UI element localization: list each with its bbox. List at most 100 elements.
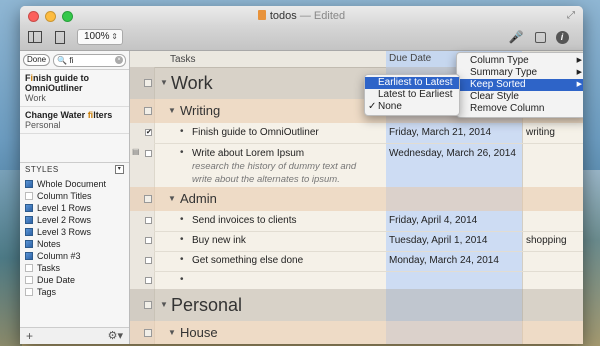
- bullet-icon: •: [180, 147, 184, 158]
- save-icon[interactable]: [533, 29, 547, 45]
- due-date-cell[interactable]: Friday, April 4, 2014: [389, 215, 477, 226]
- row-handle[interactable]: [144, 329, 152, 337]
- row-handle[interactable]: [144, 79, 152, 87]
- due-date-cell[interactable]: Wednesday, March 26, 2014: [389, 148, 516, 159]
- submenu-arrow-icon: ▶: [576, 81, 582, 88]
- bullet-icon: •: [180, 234, 184, 245]
- row-handle[interactable]: [144, 301, 152, 309]
- row-text[interactable]: Work: [171, 73, 213, 94]
- style-item[interactable]: Level 3 Rows: [20, 226, 129, 238]
- info-icon[interactable]: i: [555, 29, 569, 45]
- row-text[interactable]: Send invoices to clients: [192, 215, 297, 226]
- style-item[interactable]: Column #3: [20, 250, 129, 262]
- clear-search-icon[interactable]: ×: [115, 55, 123, 64]
- done-button[interactable]: Done: [23, 54, 51, 66]
- style-icon: [25, 180, 33, 188]
- outline-row-level1[interactable]: ▼ Personal: [130, 289, 583, 321]
- search-result[interactable]: Finish guide to OmniOutliner Work: [20, 70, 129, 107]
- row-text[interactable]: Personal: [171, 295, 242, 316]
- status-checkbox[interactable]: [145, 150, 152, 157]
- outline-row-task[interactable]: • Send invoices to clients Friday, April…: [130, 211, 583, 231]
- row-text[interactable]: Finish guide to OmniOutliner: [192, 127, 319, 138]
- style-item[interactable]: Column Titles: [20, 190, 129, 202]
- disclosure-triangle-icon[interactable]: ▼: [168, 106, 176, 115]
- row-handle[interactable]: [144, 195, 152, 203]
- zoom-select[interactable]: 100% ⇕: [77, 29, 123, 45]
- search-value: fi: [69, 55, 74, 65]
- column-title-tasks[interactable]: Tasks: [170, 54, 196, 65]
- due-date-cell[interactable]: Tuesday, April 1, 2014: [389, 235, 487, 246]
- menu-item-keep-sorted[interactable]: Keep Sorted ▶: [457, 79, 583, 91]
- style-list: Whole Document Column Titles Level 1 Row…: [20, 178, 129, 298]
- status-checkbox[interactable]: [145, 277, 152, 284]
- menu-item-remove-column[interactable]: Remove Column: [457, 103, 583, 115]
- bullet-icon: •: [180, 126, 184, 137]
- disclosure-triangle-icon[interactable]: ▼: [168, 328, 176, 337]
- search-input[interactable]: 🔍 fi ×: [53, 53, 126, 67]
- row-text[interactable]: Admin: [180, 191, 217, 206]
- sidebar-toggle-icon[interactable]: [27, 29, 43, 45]
- bullet-icon: •: [180, 254, 184, 265]
- menu-item-none[interactable]: ✓ None: [365, 101, 459, 113]
- window-title: todos — Edited: [20, 10, 583, 22]
- styles-menu-button[interactable]: ▾: [115, 165, 124, 174]
- outline-row-task[interactable]: • Buy new ink Tuesday, April 1, 2014 sho…: [130, 231, 583, 251]
- context-cell[interactable]: writing: [526, 127, 555, 138]
- style-item[interactable]: Tags: [20, 286, 129, 298]
- due-date-cell[interactable]: Friday, March 21, 2014: [389, 127, 491, 138]
- disclosure-triangle-icon[interactable]: ▼: [160, 78, 168, 87]
- result-title: Finish guide to OmniOutliner: [25, 73, 90, 93]
- outline-row-task[interactable]: ▤ • Write about Lorem Ipsum research the…: [130, 143, 583, 187]
- status-checkbox[interactable]: [145, 237, 152, 244]
- style-item[interactable]: Whole Document: [20, 178, 129, 190]
- outline-row-empty[interactable]: •: [130, 271, 583, 289]
- due-date-cell[interactable]: Monday, March 24, 2014: [389, 255, 499, 266]
- menu-item-column-type[interactable]: Column Type ▶: [457, 55, 583, 67]
- outline-row-level2[interactable]: ▼ House: [130, 321, 583, 344]
- microphone-icon[interactable]: 🎤: [509, 29, 524, 45]
- sidebar: Done 🔍 fi × Finish guide to OmniOutliner …: [20, 51, 130, 344]
- gear-icon[interactable]: ⚙▾: [108, 329, 123, 342]
- disclosure-triangle-icon[interactable]: ▼: [168, 194, 176, 203]
- app-window: todos — Edited ⤢ 100% ⇕ 🎤 i Done 🔍 fi × Fi…: [20, 6, 583, 344]
- style-item[interactable]: Notes: [20, 238, 129, 250]
- menu-item-earliest-to-latest[interactable]: Earliest to Latest: [365, 77, 459, 89]
- note-icon[interactable]: ▤: [132, 147, 140, 156]
- sidebar-footer: + ⚙▾: [20, 327, 129, 344]
- disclosure-triangle-icon[interactable]: ▼: [160, 300, 168, 309]
- search-result[interactable]: Change Water filters Personal: [20, 107, 129, 134]
- title-bar: todos — Edited ⤢: [20, 6, 583, 26]
- inspector-icon[interactable]: [53, 29, 67, 45]
- outline-row-task[interactable]: ✔ • Finish guide to OmniOutliner Friday,…: [130, 123, 583, 143]
- row-text[interactable]: Write about Lorem Ipsum: [192, 148, 304, 159]
- style-icon: [25, 216, 33, 224]
- outline-row-level2[interactable]: ▼ Admin: [130, 187, 583, 211]
- menu-item-latest-to-earliest[interactable]: Latest to Earliest: [365, 89, 459, 101]
- menu-item-clear-style[interactable]: Clear Style: [457, 91, 583, 103]
- context-cell[interactable]: shopping: [526, 235, 567, 246]
- row-text[interactable]: Get something else done: [192, 255, 303, 266]
- fullscreen-icon[interactable]: ⤢: [567, 10, 575, 21]
- plus-icon[interactable]: +: [26, 329, 33, 343]
- row-text[interactable]: Buy new ink: [192, 235, 246, 246]
- style-item[interactable]: Tasks: [20, 262, 129, 274]
- row-text[interactable]: House: [180, 325, 218, 340]
- status-checkbox[interactable]: ✔: [145, 129, 152, 136]
- submenu-arrow-icon: ▶: [576, 69, 582, 76]
- status-checkbox[interactable]: [145, 217, 152, 224]
- outline-row-task[interactable]: • Get something else done Monday, March …: [130, 251, 583, 271]
- coast-left: [0, 170, 22, 346]
- row-handle[interactable]: [144, 107, 152, 115]
- row-text[interactable]: Writing: [180, 103, 220, 118]
- styles-title: STYLES: [25, 165, 59, 174]
- row-note[interactable]: research the history of dummy text and w…: [192, 160, 378, 186]
- style-item[interactable]: Due Date: [20, 274, 129, 286]
- status-checkbox[interactable]: [145, 257, 152, 264]
- submenu-arrow-icon: ▶: [576, 57, 582, 64]
- menu-item-summary-type[interactable]: Summary Type ▶: [457, 67, 583, 79]
- document-name: todos: [269, 10, 297, 22]
- style-item[interactable]: Level 2 Rows: [20, 214, 129, 226]
- document-icon: [257, 10, 266, 20]
- style-item[interactable]: Level 1 Rows: [20, 202, 129, 214]
- column-menu: Column Type ▶ Summary Type ▶ Keep Sorted ▶ …: [456, 52, 583, 118]
